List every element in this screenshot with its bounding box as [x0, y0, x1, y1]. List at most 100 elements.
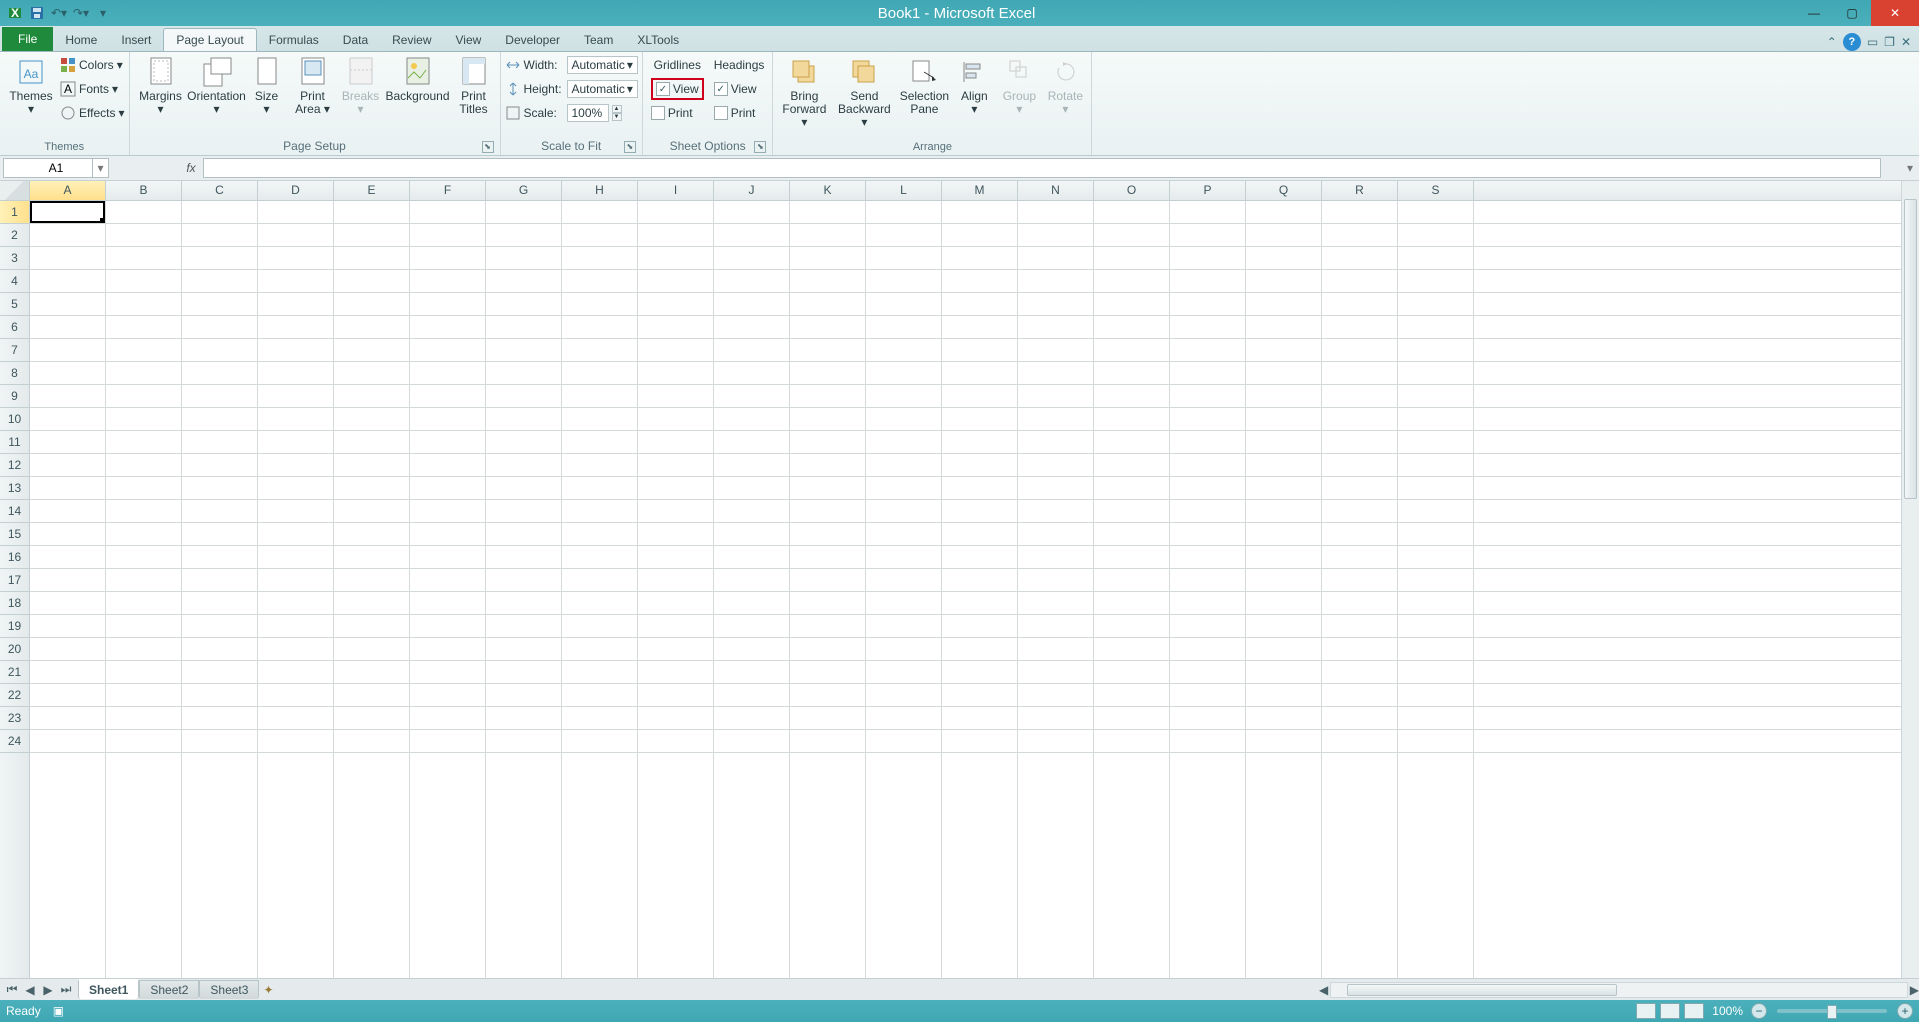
formula-input[interactable] [203, 158, 1881, 178]
sheet-tab-sheet3[interactable]: Sheet3 [199, 980, 259, 999]
column-header[interactable]: M [942, 181, 1018, 200]
headings-print-checkbox[interactable] [714, 106, 728, 120]
sheet-nav-prev-icon[interactable]: ◀ [22, 982, 38, 998]
row-header[interactable]: 9 [0, 385, 29, 408]
background-button[interactable]: Background [386, 54, 450, 118]
row-header[interactable]: 3 [0, 247, 29, 270]
row-header[interactable]: 8 [0, 362, 29, 385]
print-area-button[interactable]: PrintArea ▾ [290, 54, 336, 118]
column-header[interactable]: Q [1246, 181, 1322, 200]
orientation-button[interactable]: Orientation▾ [190, 54, 244, 118]
column-header[interactable]: B [106, 181, 182, 200]
sheet-nav-first-icon[interactable]: ⏮ [4, 982, 20, 998]
maximize-workbook-icon[interactable]: ❐ [1884, 35, 1895, 49]
row-header[interactable]: 19 [0, 615, 29, 638]
tab-insert[interactable]: Insert [109, 29, 163, 51]
tab-review[interactable]: Review [380, 29, 443, 51]
column-header[interactable]: L [866, 181, 942, 200]
gridlines-view-checkbox[interactable]: ✓ [656, 82, 670, 96]
minimize-button[interactable]: — [1795, 0, 1833, 26]
close-button[interactable]: ✕ [1871, 0, 1919, 26]
row-header[interactable]: 7 [0, 339, 29, 362]
column-header[interactable]: G [486, 181, 562, 200]
vertical-scrollbar[interactable] [1901, 181, 1919, 978]
rotate-button[interactable]: Rotate▾ [1043, 54, 1087, 118]
colors-button[interactable]: Colors▾ [60, 54, 125, 76]
gridlines-print-checkbox[interactable] [651, 106, 665, 120]
page-setup-dialog-launcher[interactable]: ⬊ [482, 141, 494, 153]
expand-formula-bar-icon[interactable]: ▾ [1901, 161, 1919, 175]
tab-page-layout[interactable]: Page Layout [163, 28, 256, 51]
tab-xltools[interactable]: XLTools [625, 29, 691, 51]
tab-formulas[interactable]: Formulas [257, 29, 331, 51]
sheet-nav-last-icon[interactable]: ⏭ [58, 982, 74, 998]
help-icon[interactable]: ? [1843, 33, 1861, 51]
row-header[interactable]: 4 [0, 270, 29, 293]
row-header[interactable]: 2 [0, 224, 29, 247]
close-workbook-icon[interactable]: ✕ [1901, 35, 1911, 49]
save-icon[interactable] [28, 4, 46, 22]
horizontal-scrollbar[interactable] [1330, 982, 1908, 998]
column-header[interactable]: N [1018, 181, 1094, 200]
row-header[interactable]: 15 [0, 523, 29, 546]
undo-icon[interactable]: ↶▾ [50, 4, 68, 22]
column-header[interactable]: K [790, 181, 866, 200]
column-header[interactable]: I [638, 181, 714, 200]
size-button[interactable]: Size▾ [246, 54, 288, 118]
cells-area[interactable] [30, 201, 1919, 978]
row-header[interactable]: 5 [0, 293, 29, 316]
row-header[interactable]: 11 [0, 431, 29, 454]
normal-view-button[interactable] [1636, 1003, 1656, 1019]
selection-pane-button[interactable]: SelectionPane [897, 54, 951, 118]
print-titles-button[interactable]: PrintTitles [452, 54, 496, 118]
themes-button[interactable]: Aa Themes▾ [4, 54, 58, 118]
macro-record-icon[interactable]: ▣ [53, 1004, 64, 1018]
hscroll-left-icon[interactable]: ◀ [1319, 983, 1328, 997]
row-header[interactable]: 22 [0, 684, 29, 707]
tab-developer[interactable]: Developer [493, 29, 572, 51]
width-dropdown[interactable]: Automatic▾ [567, 56, 638, 74]
tab-team[interactable]: Team [572, 29, 625, 51]
row-header[interactable]: 21 [0, 661, 29, 684]
headings-view-checkbox[interactable]: ✓ [714, 82, 728, 96]
redo-icon[interactable]: ↷▾ [72, 4, 90, 22]
send-backward-button[interactable]: SendBackward ▾ [833, 54, 895, 131]
column-header[interactable]: C [182, 181, 258, 200]
row-header[interactable]: 23 [0, 707, 29, 730]
breaks-button[interactable]: Breaks▾ [338, 54, 384, 118]
sheet-tab-sheet1[interactable]: Sheet1 [78, 979, 139, 999]
scale-dialog-launcher[interactable]: ⬊ [624, 141, 636, 153]
page-layout-view-button[interactable] [1660, 1003, 1680, 1019]
row-header[interactable]: 6 [0, 316, 29, 339]
sheet-options-dialog-launcher[interactable]: ⬊ [754, 141, 766, 153]
row-header[interactable]: 10 [0, 408, 29, 431]
column-header[interactable]: F [410, 181, 486, 200]
column-header[interactable]: R [1322, 181, 1398, 200]
row-header[interactable]: 14 [0, 500, 29, 523]
column-header[interactable]: A [30, 181, 106, 200]
hscroll-right-icon[interactable]: ▶ [1910, 983, 1919, 997]
qat-customize-icon[interactable]: ▾ [94, 4, 112, 22]
column-header[interactable]: P [1170, 181, 1246, 200]
name-box[interactable]: A1▾ [3, 158, 109, 178]
active-cell[interactable] [30, 201, 105, 223]
align-button[interactable]: Align▾ [953, 54, 995, 118]
column-header[interactable]: H [562, 181, 638, 200]
tab-home[interactable]: Home [53, 29, 109, 51]
height-dropdown[interactable]: Automatic▾ [567, 80, 638, 98]
zoom-level[interactable]: 100% [1712, 1004, 1743, 1018]
page-break-view-button[interactable] [1684, 1003, 1704, 1019]
tab-view[interactable]: View [444, 29, 494, 51]
sheet-tab-sheet2[interactable]: Sheet2 [139, 980, 199, 999]
row-header[interactable]: 16 [0, 546, 29, 569]
column-header[interactable]: D [258, 181, 334, 200]
row-header[interactable]: 24 [0, 730, 29, 753]
row-header[interactable]: 17 [0, 569, 29, 592]
effects-button[interactable]: Effects▾ [60, 102, 125, 124]
minimize-ribbon-icon[interactable]: ⌃ [1827, 35, 1837, 49]
row-header[interactable]: 1 [0, 201, 29, 224]
restore-window-icon[interactable]: ▭ [1867, 35, 1878, 49]
margins-button[interactable]: Margins▾ [134, 54, 188, 118]
column-header[interactable]: S [1398, 181, 1474, 200]
maximize-button[interactable]: ▢ [1833, 0, 1871, 26]
